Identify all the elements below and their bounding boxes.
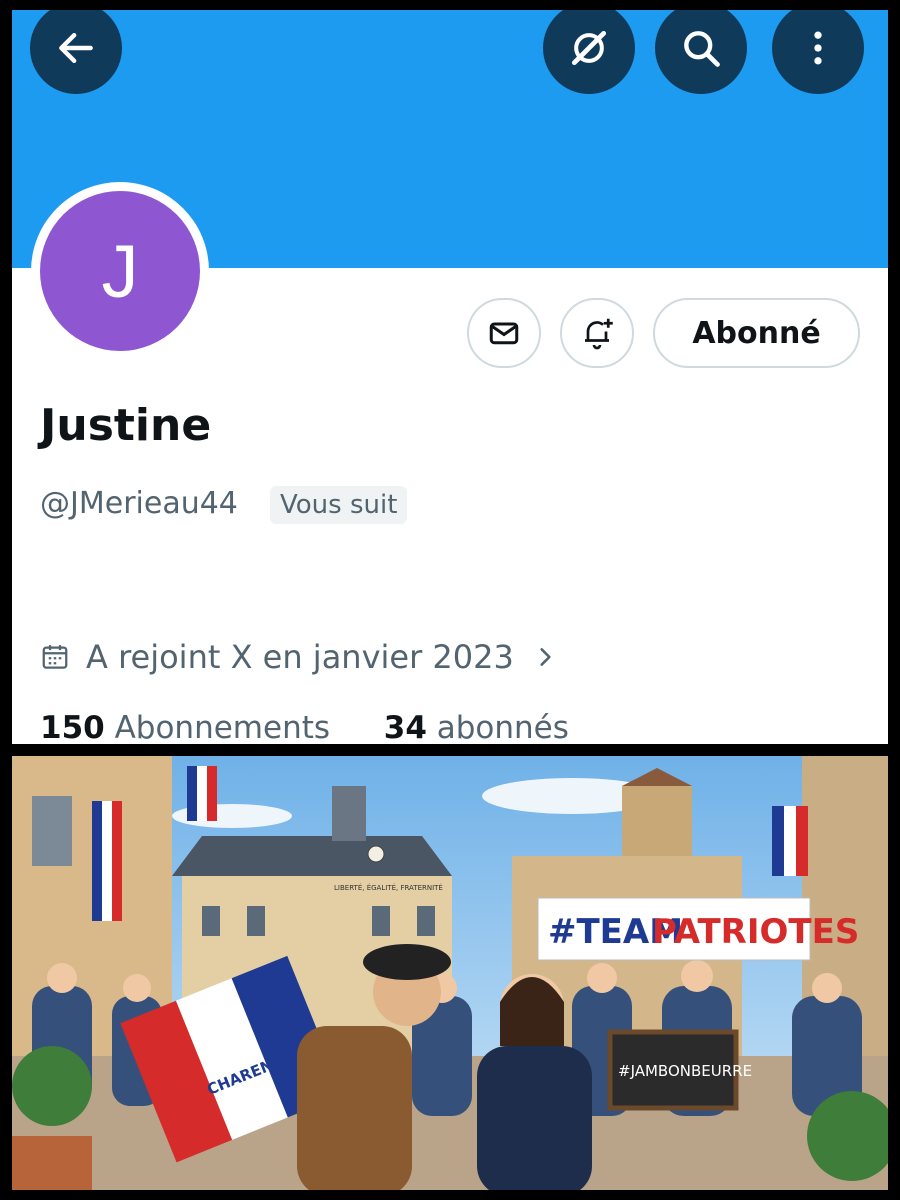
profile-panel: J Abonné Justine @JMerieau44 Vous suit A… bbox=[12, 10, 888, 744]
follows-you-badge: Vous suit bbox=[270, 486, 408, 524]
chevron-right-icon bbox=[540, 648, 551, 666]
followers-stat[interactable]: 34 abonnés bbox=[384, 710, 569, 744]
banner-text-patriotes: PATRIOTES bbox=[652, 912, 859, 952]
illustration-image: LIBERTÉ, ÉGALITÉ, FRATERNITÉ #TEAM PATRI… bbox=[12, 756, 888, 1190]
bell-plus-icon bbox=[585, 318, 613, 350]
profile-stats: 150 Abonnements 34 abonnés bbox=[40, 710, 569, 744]
followers-label: abonnés bbox=[436, 710, 569, 744]
following-stat[interactable]: 150 Abonnements bbox=[40, 710, 330, 744]
display-name: Justine bbox=[40, 400, 212, 451]
following-count: 150 bbox=[40, 710, 105, 744]
message-button[interactable] bbox=[467, 298, 541, 368]
building-inscription: LIBERTÉ, ÉGALITÉ, FRATERNITÉ bbox=[334, 883, 443, 892]
more-vertical-icon bbox=[814, 31, 822, 65]
envelope-icon bbox=[489, 322, 519, 345]
following-button-label: Abonné bbox=[692, 315, 821, 351]
following-label: Abonnements bbox=[114, 710, 331, 744]
joined-date-text: A rejoint X en janvier 2023 bbox=[86, 638, 514, 676]
search-icon bbox=[684, 31, 720, 67]
avatar-ring: J bbox=[31, 182, 209, 360]
chalkboard-text: #JAMBONBEURRE bbox=[618, 1062, 752, 1080]
calendar-icon bbox=[42, 645, 68, 669]
joined-date-row[interactable]: A rejoint X en janvier 2023 bbox=[40, 638, 558, 676]
avatar-initial: J bbox=[101, 229, 139, 313]
arrow-left-icon bbox=[59, 32, 93, 64]
followers-count: 34 bbox=[383, 710, 427, 744]
following-button[interactable]: Abonné bbox=[653, 298, 860, 368]
notifications-button[interactable] bbox=[560, 298, 634, 368]
avatar[interactable]: J bbox=[40, 191, 200, 351]
user-handle: @JMerieau44 bbox=[40, 486, 238, 521]
grok-icon bbox=[571, 30, 607, 66]
